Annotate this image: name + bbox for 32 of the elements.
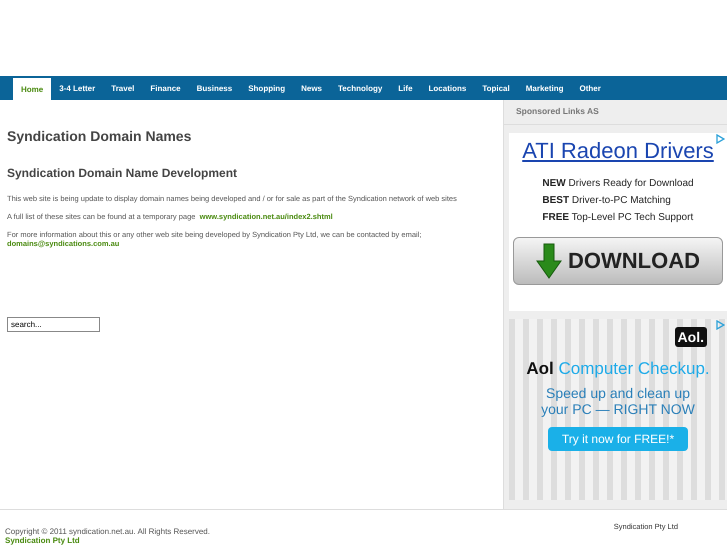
brand-logo: Aol. <box>674 327 707 347</box>
sidebar-title: Sponsored Links AS <box>504 100 727 125</box>
page-heading: Syndication Domain Names <box>7 128 192 144</box>
nav-tab[interactable]: 3-4 Letter <box>51 76 104 100</box>
nav-tab[interactable]: Marketing <box>518 76 572 100</box>
nav-tab[interactable]: Shopping <box>240 76 294 100</box>
nav-tab[interactable]: Finance <box>142 76 189 100</box>
section-heading: Syndication Domain Name Development <box>7 166 238 180</box>
nav-tab[interactable]: Home <box>13 78 52 100</box>
nav-tab[interactable]: Technology <box>330 76 390 100</box>
ad-feature-text: BEST Driver-to-PC Matching <box>542 195 672 206</box>
ad-choices-icon[interactable] <box>716 320 725 330</box>
nav-tab[interactable]: Locations <box>420 76 474 100</box>
copyright-text: Copyright © 2011 syndication.net.au. All Rights Reserved. <box>5 527 210 536</box>
down-arrow-icon <box>536 243 562 279</box>
nav-tab[interactable]: Life <box>390 76 421 100</box>
ad-feature-text: FREE Top-Level PC Tech Support <box>542 212 694 223</box>
nav-tab[interactable]: Topical <box>474 76 518 100</box>
ad-choices-icon[interactable] <box>716 134 725 144</box>
nav-tab[interactable]: Travel <box>103 76 142 100</box>
ad-feature-text: NEW Drivers Ready for Download <box>542 178 694 189</box>
footer-link[interactable]: Syndication Pty Ltd <box>5 536 210 545</box>
ad-tagline: Speed up and clean up your PC — RIGHT NOW <box>540 385 696 417</box>
ad-headline[interactable]: Aol Computer Checkup. <box>526 359 710 379</box>
download-button[interactable]: DOWNLOAD <box>513 237 723 285</box>
search-field[interactable]: search... <box>7 317 100 332</box>
advertisement-banner[interactable]: ATI Radeon Drivers NEW Drivers Ready for Download BEST Driver-to-PC Matching FREE Top-Level PC Tech Support DOWNLOAD <box>509 133 727 311</box>
advertisement-banner[interactable]: Aol. Aol Computer Checkup. Speed up and clean up your PC — RIGHT NOW Try it now for FREE!* <box>509 319 727 500</box>
nav-tab[interactable]: Other <box>572 76 609 100</box>
nav-tab[interactable]: Business <box>188 76 240 100</box>
nav-tab[interactable]: News <box>293 76 330 100</box>
ad-headline[interactable]: ATI Radeon Drivers <box>522 138 714 164</box>
